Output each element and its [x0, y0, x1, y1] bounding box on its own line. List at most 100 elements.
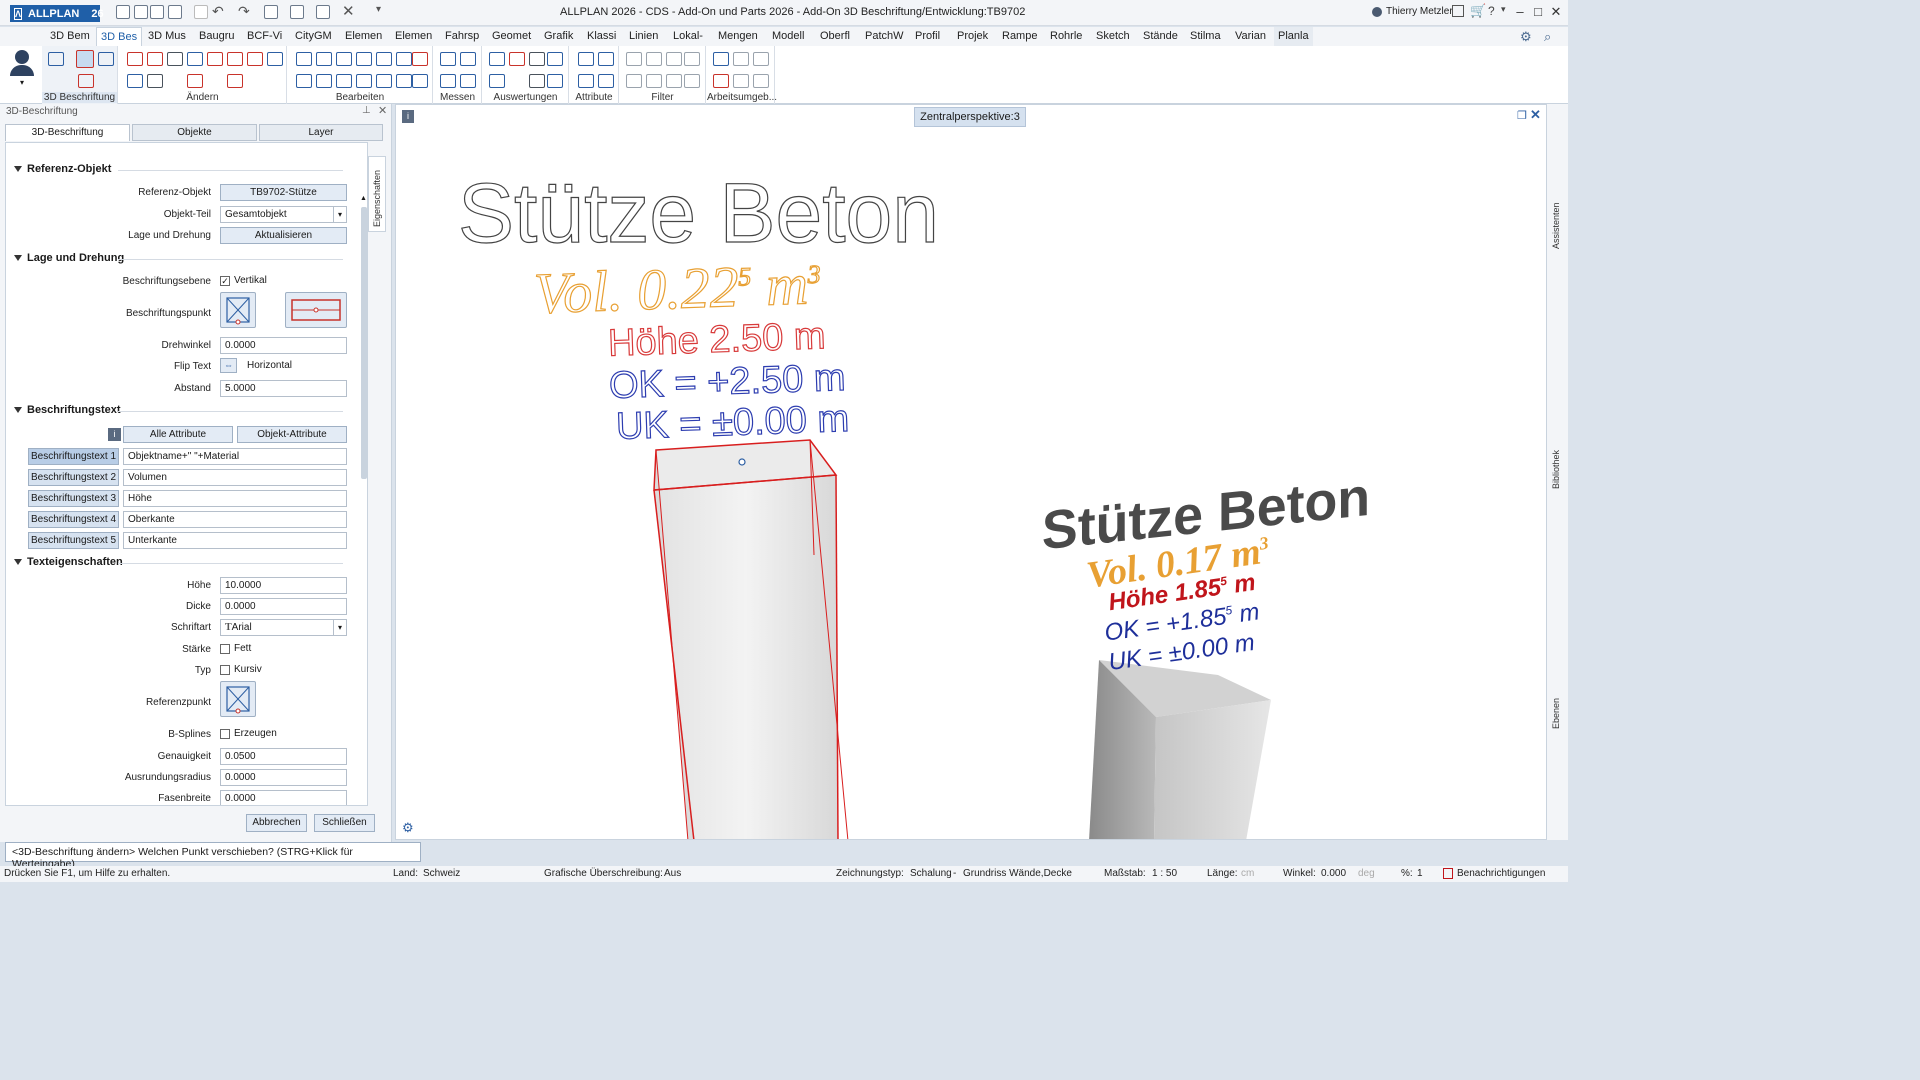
filter-attr-icon[interactable] [666, 74, 682, 88]
tab-modell[interactable]: Modell [768, 27, 808, 46]
tab-grafik[interactable]: Grafik [540, 27, 577, 46]
user-role-icon[interactable]: ▾ [8, 48, 36, 92]
beschriftungstext-5-button[interactable]: Beschriftungstext 5 [28, 532, 119, 549]
hoehe-input[interactable]: 10.0000 [220, 577, 347, 594]
report-abc-icon[interactable] [489, 52, 505, 66]
fasenbreite-input[interactable]: 0.0000 [220, 790, 347, 805]
mirror-icon[interactable] [316, 52, 332, 66]
numbering-icon[interactable] [489, 74, 505, 88]
genauigkeit-input[interactable]: 0.0500 [220, 748, 347, 765]
distort-icon[interactable] [376, 52, 392, 66]
copy-along-icon[interactable] [296, 74, 312, 88]
beschriftungstext-4-input[interactable]: Oberkante [123, 511, 347, 528]
label-3d-icon[interactable] [48, 52, 64, 66]
abbrechen-button[interactable]: Abbrechen [246, 814, 307, 832]
status-benachrichtigungen[interactable]: Benachrichtigungen [1457, 868, 1545, 879]
grip-point[interactable] [738, 458, 746, 466]
filter-color-icon[interactable] [684, 52, 700, 66]
label-attribute-icon[interactable] [78, 74, 94, 88]
status-grundriss[interactable]: Grundriss Wände,Decke [963, 868, 1072, 879]
panel-close-icon[interactable]: ✕ [378, 104, 387, 117]
help-icon[interactable]: ? [1488, 4, 1495, 18]
filter-pen-icon[interactable] [646, 52, 662, 66]
copy-icon[interactable] [296, 52, 312, 66]
flip-text-toggle[interactable]: ⇔ Horizontal [220, 358, 292, 373]
tools-icon[interactable]: ✕ [342, 2, 355, 20]
delete-icon[interactable] [412, 52, 428, 66]
help-dropdown-icon[interactable]: ▾ [1501, 4, 1506, 15]
text-icon[interactable] [396, 74, 412, 88]
rotate-icon[interactable] [336, 52, 352, 66]
filter-element-icon[interactable] [626, 74, 642, 88]
status-grafik[interactable]: Aus [664, 868, 681, 879]
section-props[interactable]: Texteigenschaften [14, 556, 123, 568]
undo-icon[interactable]: ↶ [212, 3, 224, 20]
tab-klassi[interactable]: Klassi [583, 27, 620, 46]
referenz-objekt-button[interactable]: TB9702-Stütze [220, 184, 347, 201]
tab-citygm[interactable]: CityGM [291, 27, 336, 46]
cart-icon[interactable]: 🛒 [1470, 3, 1486, 19]
report-edit-icon[interactable] [547, 74, 563, 88]
tab-sketch[interactable]: Sketch [1092, 27, 1134, 46]
tab-linien[interactable]: Linien [625, 27, 662, 46]
chevron-down-icon[interactable]: ▾ [333, 620, 346, 635]
tab-stilma[interactable]: Stilma [1186, 27, 1225, 46]
column-2[interactable] [1089, 660, 1271, 840]
print-icon[interactable] [194, 5, 208, 19]
attribute-filter-icon[interactable] [598, 74, 614, 88]
measure-angle-icon[interactable] [440, 74, 456, 88]
tab-3d-mus[interactable]: 3D Mus [144, 27, 190, 46]
trim-icon[interactable] [207, 52, 223, 66]
filter-layer-icon[interactable] [646, 74, 662, 88]
report-icon[interactable] [509, 52, 525, 66]
objekt-teil-select[interactable]: Gesamtobjekt ▾ [220, 206, 347, 223]
tab-fahrsp[interactable]: Fahrsp [441, 27, 483, 46]
scroll-up-icon[interactable]: ▲ [360, 195, 367, 202]
new-file-icon[interactable] [116, 5, 130, 19]
3d-viewport[interactable]: i Zentralperspektive:3 ❐ ✕ ⚙ Stütze Beto… [395, 104, 1547, 840]
snap-icon[interactable] [733, 74, 749, 88]
wave-icon[interactable] [227, 74, 243, 88]
objekt-attribute-button[interactable]: Objekt-Attribute [237, 426, 347, 443]
tab-ebenen[interactable]: Ebenen [1551, 698, 1561, 729]
list-report-icon[interactable] [529, 52, 545, 66]
search-icon[interactable]: ⌕ [1544, 29, 1551, 45]
modify-icon[interactable] [187, 52, 203, 66]
tab-geomet[interactable]: Geomet [488, 27, 535, 46]
offset-icon[interactable] [356, 74, 372, 88]
beschriftungstext-4-button[interactable]: Beschriftungstext 4 [28, 511, 119, 528]
chevron-down-icon[interactable]: ▾ [333, 207, 346, 222]
settings-gear-icon[interactable]: ⚙ [1520, 29, 1532, 45]
aktualisieren-button[interactable]: Aktualisieren [220, 227, 347, 244]
beschriftungspunkt-line-icon[interactable] [285, 292, 347, 328]
chart-report-icon[interactable] [547, 52, 563, 66]
beschriftungstext-2-button[interactable]: Beschriftungstext 2 [28, 469, 119, 486]
redo-icon[interactable]: ↷ [238, 3, 250, 20]
panel-scrollbar[interactable]: ▲ ▼ [360, 195, 367, 805]
beschriftungstext-5-input[interactable]: Unterkante [123, 532, 347, 549]
beschriftungstext-3-input[interactable]: Höhe [123, 490, 347, 507]
status-massstab[interactable]: 1 : 50 [1152, 868, 1177, 879]
attribute-modify-icon[interactable] [598, 52, 614, 66]
user-account[interactable]: Thierry Metzler [1372, 6, 1453, 17]
schliessen-button[interactable]: Schließen [314, 814, 375, 832]
filter-object-icon[interactable] [684, 74, 700, 88]
maximize-icon[interactable]: □ [1530, 4, 1546, 20]
curve-icon[interactable] [227, 52, 243, 66]
tab-projek[interactable]: Projek [953, 27, 992, 46]
eigenschaften-side-tab[interactable]: Eigenschaften [368, 156, 386, 232]
tab-3d-bes[interactable]: 3D Bes [96, 27, 143, 46]
tab-patchw[interactable]: PatchW [861, 27, 908, 46]
command-line[interactable]: <3D-Beschriftung ändern> Welchen Punkt v… [5, 842, 421, 870]
open-icon[interactable] [168, 5, 182, 19]
erase-icon[interactable] [127, 52, 143, 66]
status-pct[interactable]: 1 [1417, 868, 1423, 879]
tab-bibliothek[interactable]: Bibliothek [1551, 450, 1561, 489]
section-referenz[interactable]: Referenz-Objekt [14, 163, 111, 175]
tab-layer[interactable]: Layer [259, 124, 383, 141]
workspace-icon[interactable] [713, 52, 729, 66]
tab-oberfl[interactable]: Oberfl [816, 27, 854, 46]
beschriftungstext-1-button[interactable]: Beschriftungstext 1 [28, 448, 119, 465]
erzeugen-checkbox[interactable]: Erzeugen [220, 728, 277, 739]
tab-planla[interactable]: Planla [1274, 27, 1313, 46]
